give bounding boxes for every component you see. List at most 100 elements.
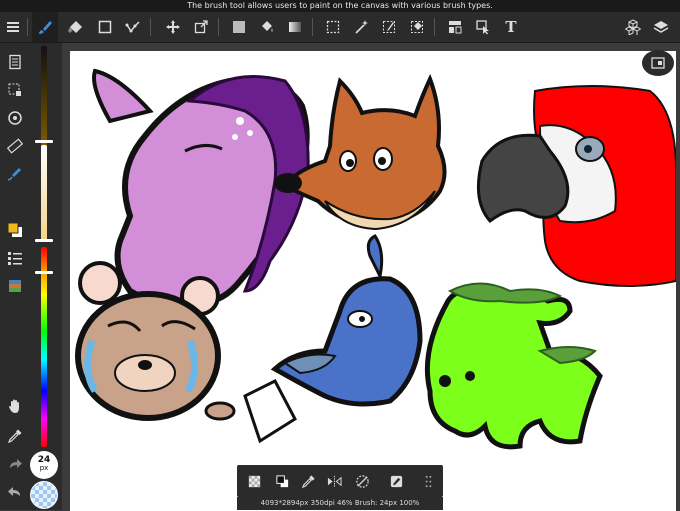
opacity-slider[interactable]: [35, 145, 53, 242]
menu-button[interactable]: [0, 12, 26, 42]
path-tool-button[interactable]: [120, 12, 146, 42]
magic-wand-icon: [355, 20, 368, 34]
gradient-icon: [289, 22, 301, 32]
status-bar: The brush tool allows users to paint on …: [0, 0, 680, 12]
rotate-button[interactable]: [4, 107, 26, 129]
swap-color-icon: [275, 474, 288, 487]
path-icon: [125, 21, 140, 33]
color-list-icon: [8, 252, 22, 265]
canvas-info-text: 4093*2894px 350dpi 46% Brush: 24px 100%: [260, 499, 420, 507]
selection-button[interactable]: [4, 79, 26, 101]
brush-size-value: 24: [37, 455, 51, 465]
hue-slider-knob[interactable]: [35, 271, 53, 274]
flip-horizontal-button[interactable]: [321, 465, 347, 497]
redo-icon: [10, 459, 22, 468]
magic-wand-button[interactable]: [348, 12, 374, 42]
undo-button[interactable]: [4, 481, 26, 503]
transform-tool-button[interactable]: [188, 12, 214, 42]
palette-icon: [9, 280, 21, 292]
tooltip-message: The brush tool allows users to paint on …: [187, 1, 493, 10]
left-toolbar: [0, 43, 62, 510]
navigator-icon: [651, 57, 665, 69]
rotate-canvas-icon: [355, 474, 369, 488]
move-icon: [166, 20, 180, 34]
navigator-button[interactable]: [642, 50, 674, 76]
layout-button[interactable]: [442, 12, 468, 42]
grid-dots-icon: [425, 475, 431, 487]
materials-icon: [625, 19, 641, 35]
document-button[interactable]: [4, 51, 26, 73]
select-eraser-button[interactable]: [404, 12, 430, 42]
select-eraser-icon: [411, 21, 423, 33]
hue-slider[interactable]: [35, 247, 53, 447]
hand-icon: [9, 399, 19, 413]
artwork: [75, 68, 676, 450]
bucket-tool-button[interactable]: [254, 12, 280, 42]
eyedropper-icon: [7, 429, 22, 444]
eraser-tool-button[interactable]: [62, 12, 88, 42]
top-toolbar: T: [0, 12, 680, 43]
brush-size-unit: px: [39, 464, 49, 472]
layers-icon: [653, 21, 669, 33]
bear-drawing: [75, 261, 297, 444]
move-tool-button[interactable]: [160, 12, 186, 42]
undo-icon: [8, 487, 20, 496]
ruler-icon: [7, 138, 23, 154]
rectangle-tool-button[interactable]: [92, 12, 118, 42]
fill-color-icon: [233, 21, 245, 33]
swap-color-button[interactable]: [269, 465, 295, 497]
bird-drawing: [270, 234, 423, 407]
select-rect-button[interactable]: [320, 12, 346, 42]
transparent-color-button[interactable]: [241, 465, 267, 497]
fill-color-button[interactable]: [226, 12, 252, 42]
color-swatch-icon: [7, 222, 22, 237]
brush-size-indicator[interactable]: 24 px: [30, 451, 58, 479]
color-list-button[interactable]: [4, 247, 26, 269]
hand-tool-button[interactable]: [4, 395, 26, 417]
gradient-tool-button[interactable]: [282, 12, 308, 42]
text-icon: T: [505, 18, 517, 36]
layout-icon: [449, 21, 462, 34]
more-options-button[interactable]: [415, 465, 441, 497]
edit-icon: [390, 475, 402, 487]
rotate-icon: [8, 111, 22, 125]
transform-icon: [194, 20, 208, 34]
green-monster-drawing: [424, 282, 603, 450]
stabilizer-icon: [7, 168, 21, 181]
transparent-icon: [248, 475, 260, 487]
eyedropper-button[interactable]: [4, 425, 26, 447]
color-swatch[interactable]: [4, 219, 26, 241]
opacity-slider-knob[interactable]: [35, 239, 53, 242]
select-pen-button[interactable]: [376, 12, 402, 42]
canvas-info-bar: 4093*2894px 350dpi 46% Brush: 24px 100%: [237, 497, 443, 510]
bottom-toolbar: [237, 465, 443, 497]
document-icon: [9, 54, 21, 70]
palette-button[interactable]: [4, 275, 26, 297]
ruler-button[interactable]: [4, 135, 26, 157]
size-slider-knob[interactable]: [35, 140, 53, 143]
brush-icon: [39, 21, 52, 34]
edit-button[interactable]: [383, 465, 409, 497]
rotate-canvas-button[interactable]: [349, 465, 375, 497]
redo-button[interactable]: [4, 453, 26, 475]
layers-button[interactable]: [648, 12, 674, 42]
materials-button[interactable]: [620, 12, 646, 42]
bucket-icon: [262, 21, 273, 32]
eraser-icon: [68, 21, 82, 33]
brush-preview-thumbnail[interactable]: [30, 481, 58, 509]
parrot-drawing: [476, 85, 676, 287]
stabilizer-button[interactable]: [4, 163, 26, 185]
menu-icon: [7, 22, 19, 32]
eyedropper-quick-icon: [301, 474, 315, 488]
eyedropper-quick-button[interactable]: [295, 465, 321, 497]
selection-icon: [8, 83, 21, 96]
pointer-icon: [476, 20, 489, 35]
text-tool-button[interactable]: T: [498, 12, 524, 42]
brush-tool-button[interactable]: [32, 12, 58, 42]
flip-horizontal-icon: [327, 475, 342, 487]
canvas-area: [62, 43, 680, 511]
rectangle-icon: [98, 20, 112, 34]
drawing-canvas[interactable]: [70, 51, 676, 511]
pointer-tool-button[interactable]: [470, 12, 496, 42]
select-rect-icon: [326, 20, 340, 34]
